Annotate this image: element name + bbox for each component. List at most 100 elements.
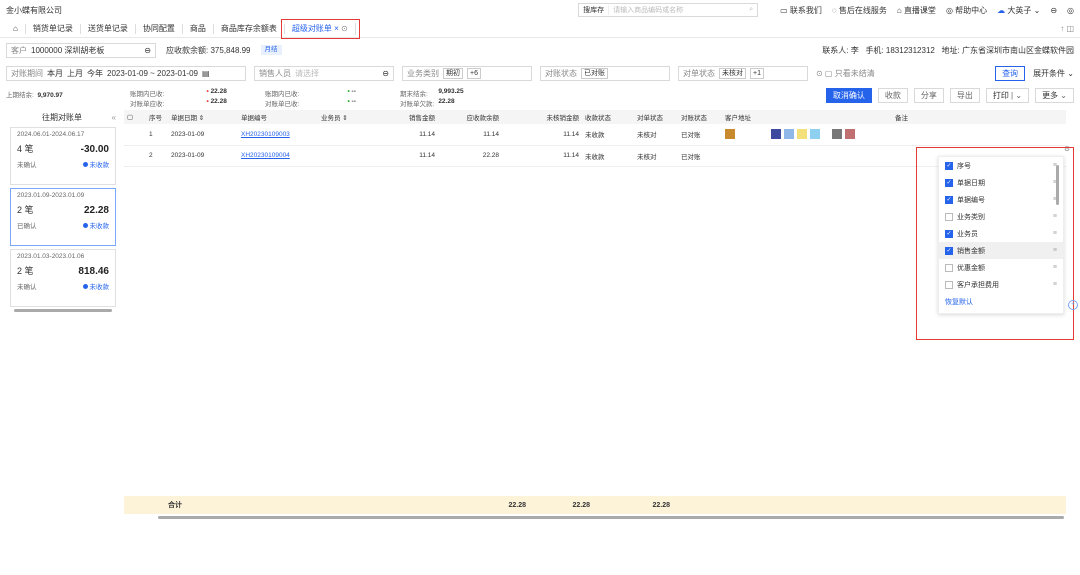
column-option[interactable]: 业务类别 ≡ [939,208,1063,225]
address-cell [725,129,889,140]
order-code-link[interactable]: XH20230109004 [241,152,290,159]
recon-status-filter[interactable]: 对账状态 已对账 [540,65,670,81]
expand-filter-button[interactable]: 展开条件 ⌄ [1033,68,1074,79]
settlement-badge: 月结 [260,45,282,55]
drag-handle-icon[interactable]: ≡ [1053,213,1057,220]
reset-default-link[interactable]: 恢复默认 [945,297,973,307]
drag-handle-icon[interactable]: ≡ [1053,230,1057,237]
sales-filter[interactable]: 销售人员 请选择 ⊖ [254,65,394,81]
tab-super-statement[interactable]: 超级对账单 × ⊙ [280,18,360,39]
column-option-label: 业务员 [957,230,978,238]
drag-handle-icon[interactable]: ≡ [1053,264,1057,271]
column-option[interactable]: 优惠金额 ≡ [939,259,1063,276]
search-icon[interactable]: ⌕ [745,6,757,14]
column-option-label: 序号 [957,162,971,170]
search-box[interactable]: 搜库存 请输入商品编码或名称 ⌕ [578,3,759,17]
history-scrollbar[interactable] [14,309,112,312]
customer-select[interactable]: 客户 1000000 深圳胡老板 ⊖ [6,42,156,58]
checkbox-icon[interactable] [945,280,953,289]
horizontal-scrollbar[interactable] [158,516,1064,519]
column-option[interactable]: ✓ 单据编号 ≡ [939,191,1063,208]
sort-date-header[interactable]: 单据日期 ⇕ [168,110,238,124]
order-code-link[interactable]: XH20230109003 [241,131,290,138]
period-this-year[interactable]: 今年 [87,68,103,79]
history-title: 往期对账单 [42,112,82,122]
checkbox-icon[interactable]: ✓ [945,229,953,238]
select-all-checkbox[interactable]: ▢ [124,110,146,124]
panel-scrollbar[interactable] [1056,165,1059,205]
logout-icon[interactable]: ⊖ [1050,6,1057,15]
column-settings-panel: ✓ 序号 ≡ ✓ 单据日期 ≡ ✓ 单据编号 ≡ 业务类别 ≡ ✓ 业务员 ≡ ✓ 销售金额 ≡ 优惠金额 ≡ 客户承… [938,156,1064,314]
order-status-filter[interactable]: 对单状态 未核对 +1 [678,65,808,81]
live-class-link[interactable]: ⌂ 直播课堂 [897,5,936,16]
history-panel: 往期对账单 « 2024.06.01-2024.06.17 4 笔 -30.00 未确认… [0,110,124,510]
history-card[interactable]: 2023.01.09-2023.01.09 2 笔 22.28 已确认 未收款 [10,188,116,246]
company-name: 金小蝶有限公司 [6,5,62,15]
share-button[interactable]: 分享 [913,88,944,103]
minus-circle-icon: ⊖ [382,68,389,78]
summary-col-2: 账期内已收: • -- 对账单已收: • -- [265,88,356,108]
tabs-pin-icon[interactable]: ↑ ◫ [1060,24,1074,33]
tab-goods[interactable]: 商品 [183,23,214,34]
summary-col-1: 账期内已收: • 22.28 对账单应收: • 22.28 [130,88,227,108]
staff-header[interactable]: 业务员 ⇕ [318,110,378,124]
checkbox-icon[interactable]: ✓ [945,161,953,170]
history-card[interactable]: 2024.06.01-2024.06.17 4 笔 -30.00 未确认 未收款 [10,127,116,185]
only-unsettled-checkbox[interactable]: ⊙ ▢ 只看未结清 [816,68,875,79]
column-option-label: 销售金额 [957,247,985,255]
period-last-month[interactable]: 上月 [67,68,83,79]
checkbox-icon[interactable] [945,263,953,272]
checkbox-icon[interactable] [945,212,953,221]
table-row[interactable]: 1 2023-01-09 XH20230109003 11.14 11.14 11.14 未… [124,124,1066,146]
history-card[interactable]: 2023.01.03-2023.01.06 2 笔 818.46 未确认 未收款 [10,249,116,307]
column-option-label: 业务类别 [957,213,985,221]
export-button[interactable]: 导出 [949,88,980,103]
row-checkbox[interactable] [124,145,146,167]
collapse-icon[interactable]: « [112,113,116,122]
home-icon[interactable]: ⌂ [6,23,26,34]
help-center-link[interactable]: ◎ 帮助中心 [946,5,987,16]
minus-circle-icon[interactable]: ⊖ [144,46,151,55]
tab-sales-records[interactable]: 销货单记录 [26,23,81,34]
add-circle-icon[interactable]: + [1068,300,1078,310]
tab-delivery-records[interactable]: 送货单记录 [81,23,136,34]
settings-icon[interactable]: ◎ [1067,6,1074,15]
period-this-month[interactable]: 本月 [47,68,63,79]
column-option[interactable]: ✓ 业务员 ≡ [939,225,1063,242]
filter-row: 对账期间 本月 上月 今年 2023-01-09 ~ 2023-01-09 ▤ 销售人员请… [0,62,1080,84]
summary-bar: 上期结余: 9,970.97 账期内已收: • 22.28 对账单应收: • 22.2… [0,84,1080,110]
column-option[interactable]: ✓ 序号 ≡ [939,157,1063,174]
summary-col-3: 期末结余: 9,993.25 对账单欠款: 22.28 [400,88,464,108]
column-option-label: 单据日期 [957,179,985,187]
contact-us-link[interactable]: ▭ 联系我们 [780,5,822,16]
top-bar: 金小蝶有限公司 搜库存 请输入商品编码或名称 ⌕ ▭ 联系我们 ◌ 售后在线服务 ⌂… [0,0,1080,20]
tab-bar: ⌂ 销货单记录 送货单记录 协同配置 商品 商品库存余额表 超级对账单 × ⊙ … [0,18,1080,39]
column-option[interactable]: ✓ 销售金额 ≡ [939,242,1063,259]
drag-handle-icon[interactable]: ≡ [1053,247,1057,254]
row-checkbox[interactable] [124,124,146,146]
column-option-label: 客户承担费用 [957,281,999,289]
cancel-confirm-button[interactable]: 取消确认 [825,88,872,103]
drag-handle-icon[interactable]: ≡ [1053,281,1057,288]
table-footer: 合计 22.28 22.28 22.28 [124,496,1066,514]
column-option-label: 优惠金额 [957,264,985,272]
column-option[interactable]: ✓ 单据日期 ≡ [939,174,1063,191]
table-header-row: ▢ 序号 单据日期 ⇕ 单据编号 业务员 ⇕ 销售金额 应收款余额 未核销金额 … [124,110,1066,124]
checkbox-icon[interactable]: ✓ [945,178,953,187]
more-button[interactable]: 更多 ⌄ [1035,88,1074,103]
collect-button[interactable]: 收款 [877,88,908,103]
date-range-input[interactable]: 2023-01-09 ~ 2023-01-09 [107,69,198,78]
query-button[interactable]: 查询 [995,65,1026,81]
search-input[interactable]: 请输入商品编码或名称 [609,5,745,15]
user-menu[interactable]: ☁ 大英子 ⌄ [997,5,1040,16]
checkbox-icon[interactable]: ✓ [945,195,953,204]
biz-type-filter[interactable]: 业务类别 期初 +6 [402,65,532,81]
period-filter[interactable]: 对账期间 本月 上月 今年 2023-01-09 ~ 2023-01-09 ▤ [6,65,246,81]
column-option[interactable]: 客户承担费用 ≡ [939,276,1063,293]
tab-collab-config[interactable]: 协同配置 [136,23,183,34]
print-button[interactable]: 打印 | ⌄ [985,88,1030,103]
checkbox-icon[interactable]: ✓ [945,246,953,255]
tab-stock-balance[interactable]: 商品库存余额表 [214,23,285,34]
service-link[interactable]: ◌ 售后在线服务 [832,5,887,16]
column-option-label: 单据编号 [957,196,985,204]
